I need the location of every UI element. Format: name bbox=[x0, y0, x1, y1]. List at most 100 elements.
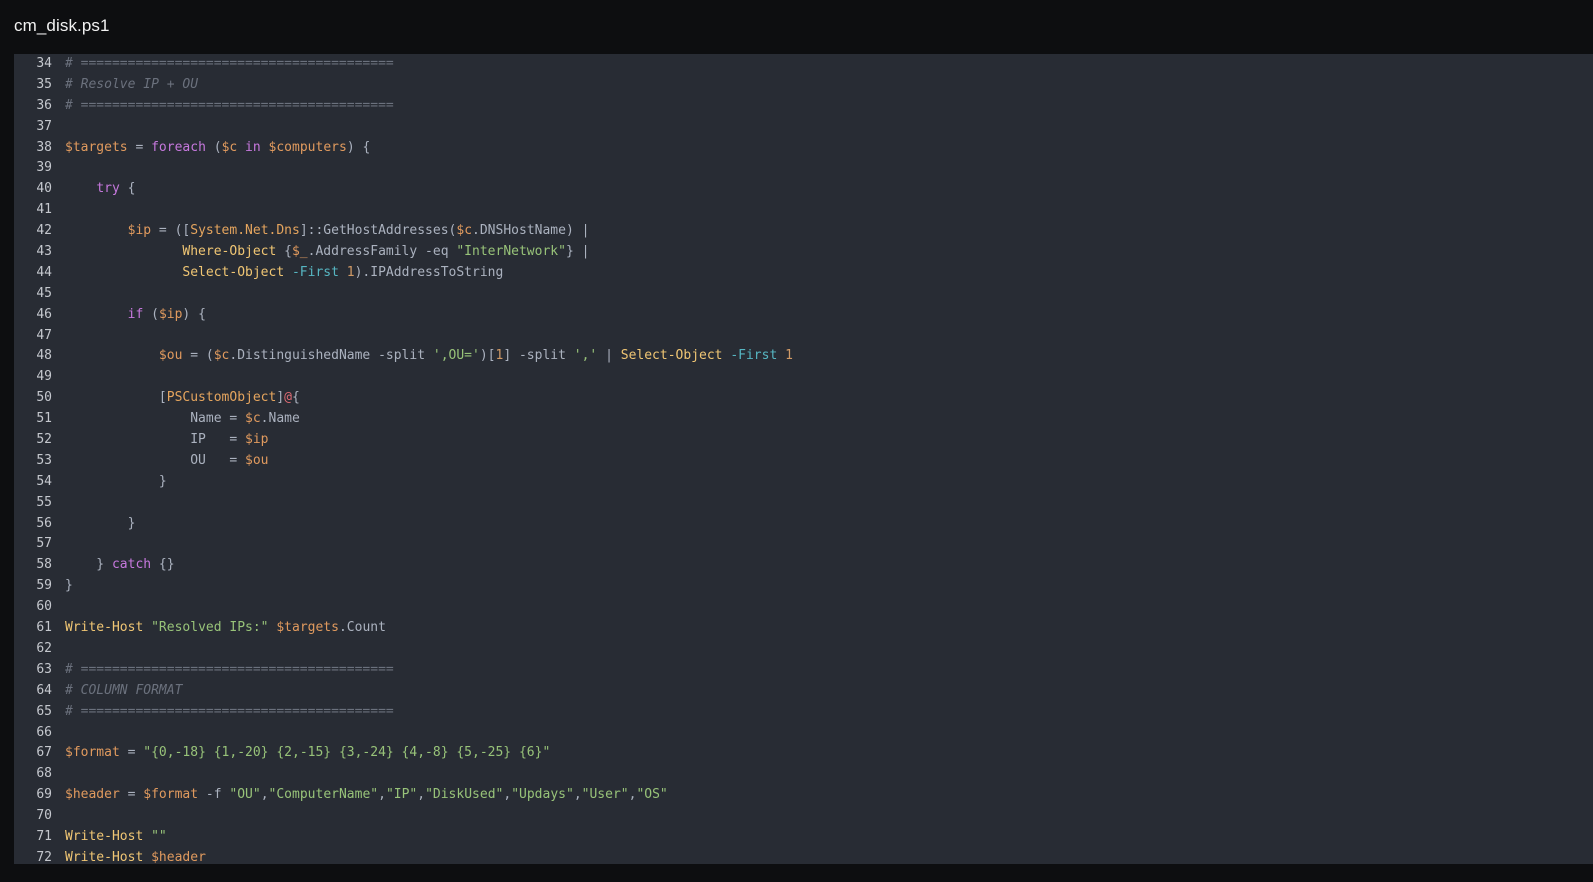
code-line[interactable]: 62 bbox=[14, 639, 793, 660]
code-token: = bbox=[127, 139, 152, 155]
code-line[interactable]: 50 [PSCustomObject]@{ bbox=[14, 388, 793, 409]
code-token: Name = bbox=[65, 411, 246, 427]
code-token: System.Net.Dns bbox=[190, 223, 300, 239]
code-token: "" bbox=[151, 828, 167, 844]
code-token: } bbox=[65, 473, 167, 489]
code-token: = ( bbox=[182, 348, 214, 364]
line-number: 65 bbox=[36, 703, 52, 719]
code-line[interactable]: 60 bbox=[14, 597, 793, 618]
code-line[interactable]: 58 } catch {} bbox=[14, 555, 793, 576]
code-token: .AddressFamily -eq bbox=[307, 244, 457, 260]
line-number: 41 bbox=[36, 202, 52, 218]
line-number: 58 bbox=[36, 557, 52, 573]
code-line[interactable]: 45 bbox=[14, 284, 793, 305]
code-token: Write-Host bbox=[65, 828, 144, 844]
code-token: OU = bbox=[65, 452, 246, 468]
code-lines: 34 # ====================================… bbox=[14, 54, 793, 864]
code-token: $computers bbox=[268, 139, 347, 155]
code-line[interactable]: 54 } bbox=[14, 472, 793, 493]
code-line[interactable]: 49 bbox=[14, 367, 793, 388]
code-line[interactable]: 46 if ($ip) { bbox=[14, 305, 793, 326]
line-number: 61 bbox=[36, 620, 52, 636]
code-line[interactable]: 39 bbox=[14, 158, 793, 179]
line-number: 52 bbox=[36, 432, 52, 448]
line-number: 34 bbox=[36, 56, 52, 71]
code-token: {} bbox=[151, 557, 175, 573]
code-token: $ip bbox=[158, 306, 183, 322]
line-number: 35 bbox=[36, 76, 52, 92]
code-token: , bbox=[417, 787, 426, 803]
code-line[interactable]: 56 } bbox=[14, 514, 793, 535]
code-line[interactable]: 68 bbox=[14, 764, 793, 785]
code-line[interactable]: 65 # ====================================… bbox=[14, 702, 793, 723]
code-token: # ======================================… bbox=[65, 97, 394, 113]
code-token: ]::GetHostAddresses( bbox=[299, 223, 457, 239]
code-line[interactable]: 70 bbox=[14, 806, 793, 827]
code-token: foreach bbox=[151, 139, 206, 155]
line-number: 71 bbox=[36, 828, 52, 844]
line-number: 70 bbox=[36, 808, 52, 824]
code-line[interactable]: 59} bbox=[14, 576, 793, 597]
code-line[interactable]: 64 # COLUMN FORMAT bbox=[14, 681, 793, 702]
code-token: $ou bbox=[158, 348, 183, 364]
code-token: Select-Object bbox=[620, 348, 723, 364]
file-title: cm_disk.ps1 bbox=[14, 16, 110, 35]
code-line[interactable]: 51 Name = $c.Name bbox=[14, 409, 793, 430]
code-token: Select-Object bbox=[182, 264, 285, 280]
code-line[interactable]: 53 OU = $ou bbox=[14, 451, 793, 472]
code-line[interactable]: 71 Write-Host "" bbox=[14, 827, 793, 848]
code-line[interactable]: 34 # ====================================… bbox=[14, 54, 793, 75]
code-token: ).IPAddressToString bbox=[354, 264, 504, 280]
code-line[interactable]: 57 bbox=[14, 534, 793, 555]
code-token: "Updays" bbox=[511, 787, 574, 803]
code-token: "{0,-18} {1,-20} {2,-15} {3,-24} {4,-8} … bbox=[143, 745, 551, 761]
code-token: } bbox=[65, 557, 112, 573]
code-line[interactable]: 67 $format = "{0,-18} {1,-20} {2,-15} {3,… bbox=[14, 743, 793, 764]
code-token: , bbox=[573, 787, 582, 803]
code-line[interactable]: 63 # ====================================… bbox=[14, 660, 793, 681]
code-token: = ([ bbox=[151, 223, 191, 239]
bottom-bar bbox=[0, 864, 1593, 882]
code-token: IP = bbox=[65, 432, 246, 448]
code-line[interactable]: 35 # Resolve IP + OU bbox=[14, 75, 793, 96]
line-number: 68 bbox=[36, 766, 52, 782]
code-token: "User" bbox=[581, 787, 629, 803]
line-number: 36 bbox=[36, 97, 52, 113]
code-line[interactable]: 52 IP = $ip bbox=[14, 430, 793, 451]
code-token: 1 bbox=[785, 348, 793, 364]
code-token: $c bbox=[245, 411, 261, 427]
code-line[interactable]: 69 $header = $format -f "OU","ComputerNam… bbox=[14, 785, 793, 806]
code-line[interactable]: 66 bbox=[14, 723, 793, 744]
line-number: 47 bbox=[36, 327, 52, 343]
code-token: $c bbox=[456, 223, 473, 239]
code-editor[interactable]: 34 # ====================================… bbox=[14, 54, 1593, 864]
code-token: $c bbox=[213, 348, 230, 364]
code-token: -First bbox=[291, 264, 339, 280]
code-line[interactable]: 37 bbox=[14, 117, 793, 138]
code-token: -First bbox=[730, 348, 778, 364]
code-line[interactable]: 38 $targets = foreach ($c in $computers) … bbox=[14, 138, 793, 159]
code-line[interactable]: 47 bbox=[14, 326, 793, 347]
code-line[interactable]: 61 Write-Host "Resolved IPs:" $targets.Co… bbox=[14, 618, 793, 639]
line-number: 63 bbox=[36, 661, 52, 677]
line-number: 38 bbox=[36, 139, 52, 155]
line-number: 53 bbox=[36, 452, 52, 468]
code-line[interactable]: 72 Write-Host $header bbox=[14, 848, 793, 864]
line-number: 69 bbox=[36, 787, 52, 803]
code-line[interactable]: 48 $ou = ($c.DistinguishedName -split ',… bbox=[14, 346, 793, 367]
code-line[interactable]: 44 Select-Object -First 1).IPAddressToSt… bbox=[14, 263, 793, 284]
code-line[interactable]: 36 # ====================================… bbox=[14, 96, 793, 117]
code-line[interactable]: 55 bbox=[14, 493, 793, 514]
code-token: # ======================================… bbox=[65, 56, 394, 71]
code-token: | bbox=[597, 348, 621, 364]
code-line[interactable]: 42 $ip = ([System.Net.Dns]::GetHostAddre… bbox=[14, 221, 793, 242]
code-line[interactable]: 40 try { bbox=[14, 179, 793, 200]
code-line[interactable]: 41 bbox=[14, 200, 793, 221]
line-number: 45 bbox=[36, 285, 52, 301]
code-token: catch bbox=[111, 557, 152, 573]
code-line[interactable]: 43 Where-Object {$_.AddressFamily -eq "I… bbox=[14, 242, 793, 263]
